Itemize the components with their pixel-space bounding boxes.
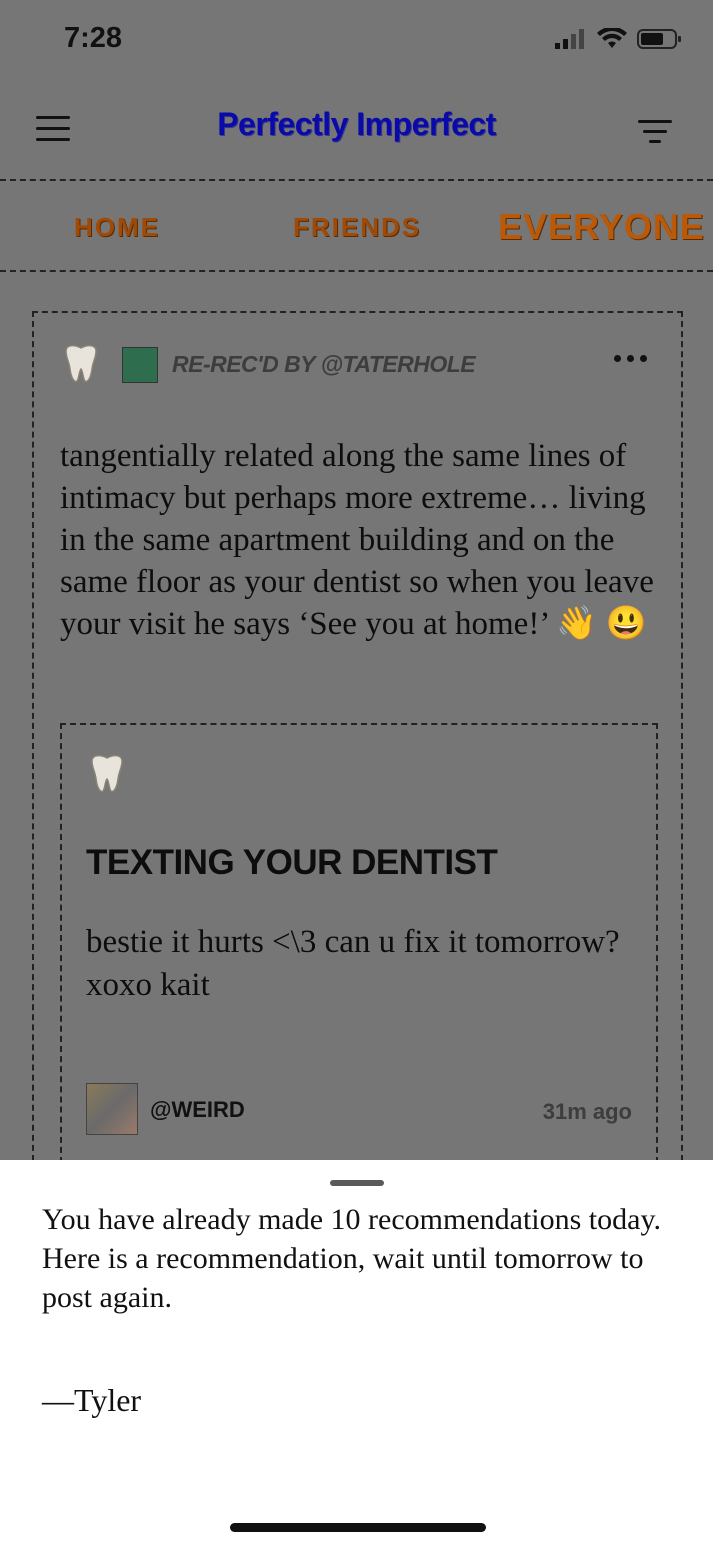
post-emojis: 👋 😃 — [556, 606, 647, 642]
divider — [0, 270, 713, 272]
sheet-drag-handle[interactable] — [330, 1180, 384, 1186]
app-title: Perfectly Imperfect — [217, 106, 496, 142]
post-card[interactable]: RE-REC'D BY @TATERHOLE tangentially rela… — [32, 311, 683, 1171]
recommendation-body: bestie it hurts <\3 can u fix it tomorro… — [86, 924, 620, 1003]
status-bar: 7:28 — [0, 0, 713, 84]
recommendation-title: TEXTING YOUR DENTIST — [86, 843, 498, 882]
more-options-icon[interactable] — [614, 355, 647, 362]
app-header: Perfectly Imperfect — [0, 84, 713, 180]
tab-home[interactable]: HOME — [74, 212, 160, 243]
tooth-icon — [65, 344, 97, 383]
quoted-recommendation-card[interactable]: TEXTING YOUR DENTIST bestie it hurts <\3… — [60, 723, 658, 1163]
signal-icon — [555, 29, 584, 49]
status-time: 7:28 — [64, 22, 123, 54]
rerec-avatar[interactable] — [122, 347, 158, 383]
tab-friends[interactable]: FRIENDS — [293, 212, 421, 243]
battery-icon — [637, 29, 681, 49]
filter-icon[interactable] — [637, 120, 673, 150]
post-body: tangentially related along the same line… — [60, 435, 660, 645]
wifi-icon — [597, 28, 627, 48]
tab-everyone[interactable]: EVERYONE — [498, 206, 705, 248]
divider — [0, 179, 713, 181]
post-timestamp: 31m ago — [542, 1099, 632, 1124]
home-indicator[interactable] — [230, 1523, 486, 1532]
author-avatar[interactable] — [86, 1083, 138, 1135]
tooth-icon — [91, 754, 123, 793]
status-icons — [555, 28, 683, 50]
nav-tabs: HOME FRIENDS EVERYONE — [0, 182, 713, 270]
sheet-message: You have already made 10 recommendations… — [42, 1203, 661, 1314]
rerec-label[interactable]: RE-REC'D BY @TATERHOLE — [172, 351, 476, 378]
bottom-sheet[interactable]: You have already made 10 recommendations… — [0, 1160, 713, 1549]
author-handle[interactable]: @WEIRD — [150, 1097, 245, 1123]
sheet-signature: —Tyler — [42, 1382, 142, 1418]
